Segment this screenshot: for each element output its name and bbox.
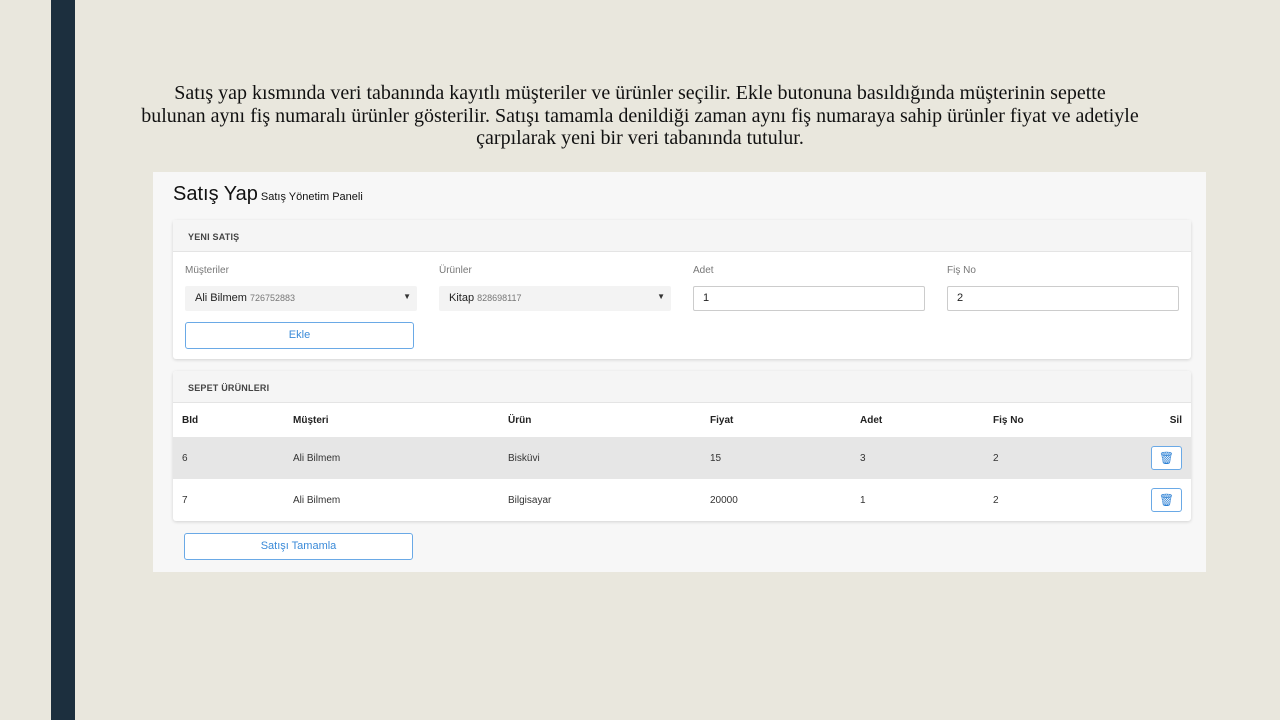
trash-icon: 🗑 xyxy=(1158,451,1175,465)
cell-bid: 7 xyxy=(182,494,188,506)
qty-input[interactable]: 1 xyxy=(693,286,925,311)
cell-receipt: 2 xyxy=(984,437,1134,479)
cell-customer: Ali Bilmem xyxy=(293,494,341,506)
product-name: Kitap xyxy=(449,292,475,304)
title-text: Satış Yap xyxy=(173,183,258,205)
cell-price: 15 xyxy=(701,437,851,479)
cell-product: Bilgisayar xyxy=(508,494,552,506)
cell-qty: 1 xyxy=(860,494,866,506)
slide-side-bar xyxy=(51,0,75,720)
col-product: Ürün xyxy=(508,414,532,426)
cart-header: SEPET ÜRÜNLERI xyxy=(173,371,1191,403)
page-subtitle: Satış Yönetim Paneli xyxy=(260,191,363,203)
cell-product: Bisküvi xyxy=(499,437,701,479)
customer-id: 726752883 xyxy=(250,293,296,303)
page-title: Satış Yap Satış Yönetim Paneli xyxy=(173,183,363,206)
caret-down-icon: ▼ xyxy=(657,292,665,301)
receipt-label: Fiş No xyxy=(947,265,976,276)
customer-name: Ali Bilmem xyxy=(195,292,247,304)
customers-label: Müşteriler xyxy=(185,265,229,276)
trash-icon: 🗑 xyxy=(1158,493,1175,507)
cell-customer: Ali Bilmem xyxy=(284,437,499,479)
customer-select[interactable]: Ali Bilmem 726752883 ▼ xyxy=(185,286,417,311)
table-header-row: BId Müşteri Ürün Fiyat Adet Fiş No Sil xyxy=(173,403,1191,437)
qty-label: Adet xyxy=(693,265,714,276)
products-label: Ürünler xyxy=(439,265,472,276)
table-row: 7 Ali Bilmem Bilgisayar 20000 1 2 🗑 xyxy=(173,479,1191,521)
slide-caption: Satış yap kısmında veri tabanında kayıtl… xyxy=(141,82,1139,149)
cell-receipt: 2 xyxy=(993,494,999,506)
cell-bid: 6 xyxy=(173,437,284,479)
new-sale-header: YENI SATIŞ xyxy=(173,220,1191,252)
cell-price: 20000 xyxy=(710,494,738,506)
receipt-input[interactable]: 2 xyxy=(947,286,1179,311)
product-select[interactable]: Kitap 828698117 ▼ xyxy=(439,286,671,311)
add-button[interactable]: Ekle xyxy=(185,322,414,349)
sales-panel: Satış Yap Satış Yönetim Paneli YENI SATIŞ… xyxy=(153,172,1206,572)
product-id: 828698117 xyxy=(477,293,522,303)
col-price: Fiyat xyxy=(710,414,734,426)
col-delete: Sil xyxy=(1169,414,1182,426)
caret-down-icon: ▼ xyxy=(403,292,411,301)
col-bid: BId xyxy=(182,414,199,426)
col-customer: Müşteri xyxy=(293,414,329,426)
col-qty: Adet xyxy=(860,414,883,426)
delete-button[interactable]: 🗑 xyxy=(1151,488,1182,512)
table-row: 6 Ali Bilmem Bisküvi 15 3 2 🗑 xyxy=(173,437,1191,479)
cart-card: SEPET ÜRÜNLERI BId Müşteri Ürün Fiyat Ad… xyxy=(173,371,1191,521)
complete-sale-button[interactable]: Satışı Tamamla xyxy=(184,533,413,560)
delete-button[interactable]: 🗑 xyxy=(1151,446,1182,470)
new-sale-card: YENI SATIŞ Müşteriler Ali Bilmem 7267528… xyxy=(173,220,1191,359)
cart-table: BId Müşteri Ürün Fiyat Adet Fiş No Sil 6… xyxy=(173,403,1191,521)
col-receipt: Fiş No xyxy=(993,414,1024,426)
cell-qty: 3 xyxy=(851,437,984,479)
